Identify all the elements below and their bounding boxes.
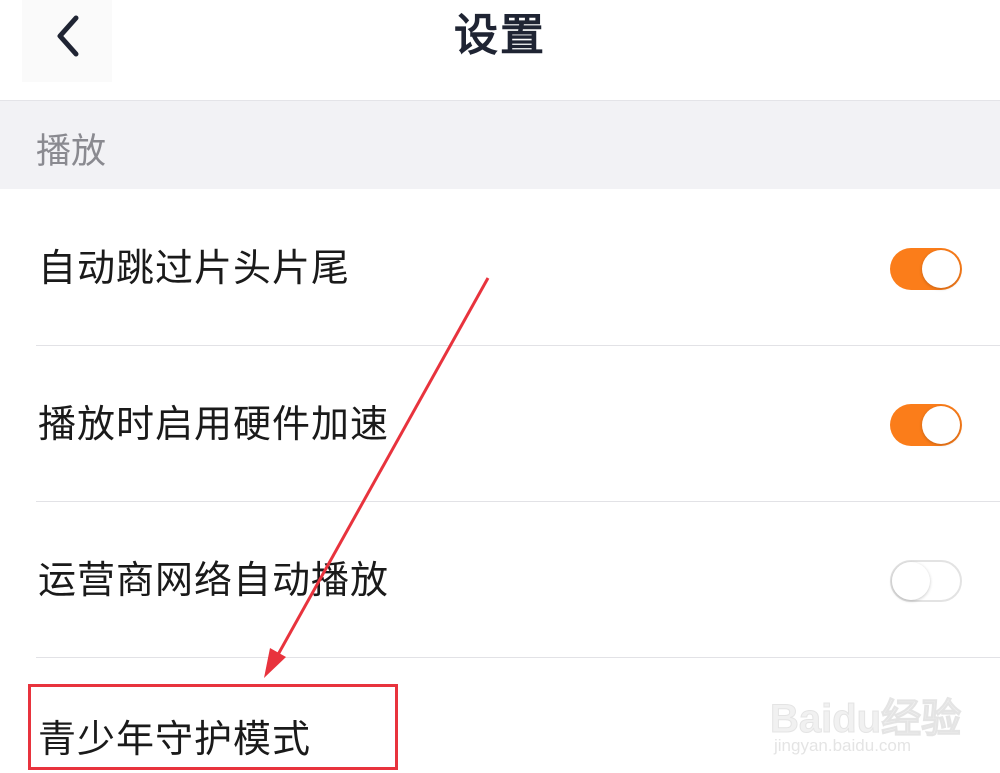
toggle-knob [892, 562, 930, 600]
setting-row-teen-mode[interactable]: 青少年守护模式 [0, 658, 1000, 773]
page-title: 设置 [454, 10, 546, 61]
skip-intro-outro-toggle[interactable] [890, 248, 962, 290]
section-header-playback: 播放 [0, 101, 1000, 189]
toggle-knob [922, 250, 960, 288]
setting-row-cellular-autoplay: 运营商网络自动播放 [0, 502, 1000, 658]
nav-header: 设置 [0, 0, 1000, 101]
section-label: 播放 [36, 132, 107, 172]
setting-row-skip-intro-outro: 自动跳过片头片尾 [0, 190, 1000, 346]
cellular-autoplay-toggle[interactable] [890, 560, 962, 602]
settings-page: 设置 播放 自动跳过片头片尾 播放时启用硬件加速 运营商网络自动播放 青少年守护… [0, 0, 1000, 773]
hardware-acceleration-toggle[interactable] [890, 404, 962, 446]
setting-label: 运营商网络自动播放 [38, 558, 390, 602]
toggle-knob [922, 406, 960, 444]
chevron-left-icon [57, 15, 79, 57]
setting-label: 播放时启用硬件加速 [38, 402, 390, 446]
setting-label: 青少年守护模式 [38, 717, 312, 761]
back-button[interactable] [22, 0, 112, 82]
setting-row-hardware-acceleration: 播放时启用硬件加速 [0, 346, 1000, 502]
setting-label: 自动跳过片头片尾 [38, 246, 351, 290]
